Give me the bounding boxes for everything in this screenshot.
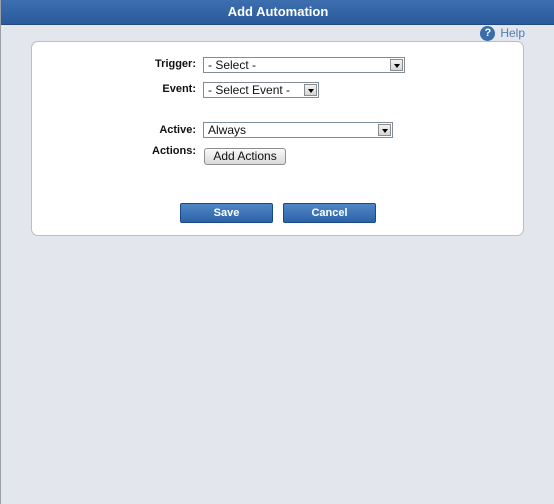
form-panel: Trigger: - Select - Event: - Select Even… [31, 41, 524, 236]
active-select-value: Always [208, 123, 247, 137]
event-select-value: - Select Event - [208, 83, 291, 97]
chevron-down-icon [390, 59, 403, 71]
event-label: Event: [162, 83, 196, 95]
help-icon: ? [480, 25, 496, 41]
dialog-title: Add Automation [1, 0, 554, 25]
cancel-button[interactable]: Cancel [283, 203, 376, 223]
save-button[interactable]: Save [180, 203, 273, 223]
help-label: Help [500, 26, 525, 40]
chevron-down-icon [304, 84, 317, 96]
add-automation-dialog: Add Automation ? Help Trigger: - Select … [0, 0, 554, 504]
add-actions-button[interactable]: Add Actions [204, 148, 286, 165]
active-select[interactable]: Always [203, 122, 393, 138]
trigger-select[interactable]: - Select - [203, 57, 405, 73]
help-link[interactable]: ? Help [480, 25, 525, 41]
event-select[interactable]: - Select Event - [203, 82, 319, 98]
trigger-label: Trigger: [155, 58, 196, 70]
active-label: Active: [159, 124, 196, 136]
trigger-select-value: - Select - [208, 58, 257, 72]
actions-label: Actions: [152, 145, 196, 157]
chevron-down-icon [378, 124, 391, 136]
